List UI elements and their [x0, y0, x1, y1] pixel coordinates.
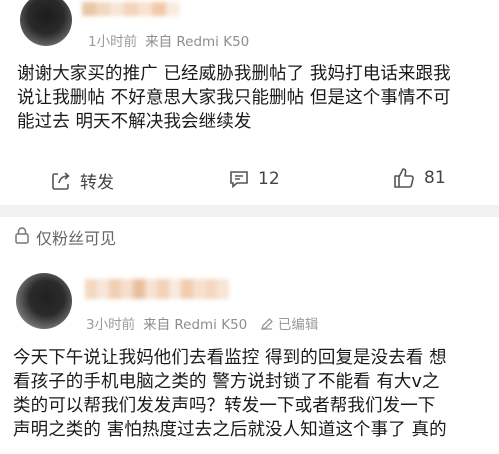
post-body: 今天下午说让我妈他们去看监控 得到的回复是没去看 想 看孩子的手机电脑之类的 警…	[13, 346, 495, 442]
username-blurred[interactable]	[85, 279, 235, 299]
comment-count: 12	[258, 169, 280, 189]
post-line: 谢谢大家买的推广 已经威胁我删帖了 我妈打电话来跟我	[17, 64, 451, 84]
edit-icon	[260, 317, 274, 335]
visibility-label: 仅粉丝可见	[36, 229, 117, 248]
lock-icon	[14, 226, 30, 248]
post-line: 看孩子的手机电脑之类的 警方说封锁了不能看 有大v之	[13, 372, 440, 392]
post-meta: 1小时前 来自 Redmi K50	[88, 30, 249, 50]
comment-icon	[228, 168, 250, 190]
post-line: 声明之类的 害怕热度过去之后就没人知道这个事了 真的	[13, 420, 447, 440]
post-line: 能过去 明天不解决我会继续发	[17, 112, 252, 132]
like-count: 81	[424, 168, 446, 188]
username-blurred[interactable]	[82, 2, 180, 18]
comment-button[interactable]: 12	[228, 168, 280, 190]
visibility-notice: 仅粉丝可见	[14, 225, 116, 249]
avatar[interactable]	[20, 0, 72, 46]
avatar[interactable]	[16, 273, 72, 329]
feed-divider	[0, 205, 499, 217]
post-line: 类的可以帮我们发发声吗？转发一下或者帮我们发一下	[13, 396, 436, 416]
repost-icon	[50, 170, 72, 192]
edited-label[interactable]: 已编辑	[278, 317, 319, 333]
repost-button[interactable]: 转发	[50, 168, 114, 193]
post-source: 来自 Redmi K50	[143, 317, 248, 333]
like-button[interactable]: 81	[392, 166, 446, 190]
post-body: 谢谢大家买的推广 已经威胁我删帖了 我妈打电话来跟我 说让我删帖 不好意思大家我…	[17, 62, 492, 134]
like-icon	[392, 166, 416, 190]
post-time: 1小时前	[88, 34, 138, 50]
repost-label: 转发	[80, 173, 114, 193]
post-time: 3小时前	[86, 317, 136, 333]
post-meta: 3小时前 来自 Redmi K50 已编辑	[86, 313, 318, 335]
post-line: 今天下午说让我妈他们去看监控 得到的回复是没去看 想	[13, 348, 447, 368]
post-line: 说让我删帖 不好意思大家我只能删帖 但是这个事情不可	[17, 88, 451, 108]
post-source: 来自 Redmi K50	[145, 34, 250, 50]
